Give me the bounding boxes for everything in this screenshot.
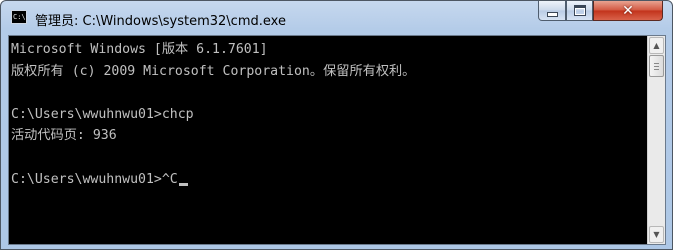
vertical-scrollbar[interactable]: ▲ ▼ (647, 36, 665, 244)
console-line: C:\Users\wwuhnwu01>chcp (11, 106, 194, 122)
scroll-down-icon: ▼ (653, 230, 660, 239)
scroll-down-button[interactable]: ▼ (649, 226, 664, 243)
cmd-window: C:\. 管理员: C:\Windows\system32\cmd.exe ✕ … (0, 0, 673, 250)
console-area[interactable]: Microsoft Windows [版本 6.1.7601] 版权所有 (c)… (8, 35, 666, 245)
minimize-icon (546, 11, 558, 17)
console-prompt: C:\Users\wwuhnwu01>^C (11, 171, 178, 187)
minimize-button[interactable] (538, 1, 566, 21)
console-line: 活动代码页: 936 (11, 128, 117, 144)
thumb-grip (654, 69, 659, 70)
scrollbar-thumb[interactable] (649, 55, 664, 77)
thumb-grip (654, 63, 659, 64)
console-line: 版权所有 (c) 2009 Microsoft Corporation。保留所有… (11, 63, 416, 79)
maximize-icon (573, 5, 586, 16)
console-line: Microsoft Windows [版本 6.1.7601] (11, 42, 268, 57)
thumb-grip (654, 66, 659, 67)
window-title: 管理员: C:\Windows\system32\cmd.exe (35, 14, 286, 29)
title-bar[interactable]: C:\. 管理员: C:\Windows\system32\cmd.exe ✕ (1, 1, 672, 35)
close-button[interactable]: ✕ (593, 1, 663, 21)
cmd-icon[interactable]: C:\. (11, 10, 27, 24)
close-icon: ✕ (622, 2, 634, 19)
maximize-button[interactable] (566, 1, 593, 21)
text-cursor (178, 182, 188, 186)
console-prompt-line[interactable]: C:\Users\wwuhnwu01>^C (11, 169, 643, 191)
console-output[interactable]: Microsoft Windows [版本 6.1.7601] 版权所有 (c)… (11, 39, 643, 244)
scroll-up-icon: ▲ (653, 41, 660, 50)
scroll-up-button[interactable]: ▲ (649, 37, 664, 54)
